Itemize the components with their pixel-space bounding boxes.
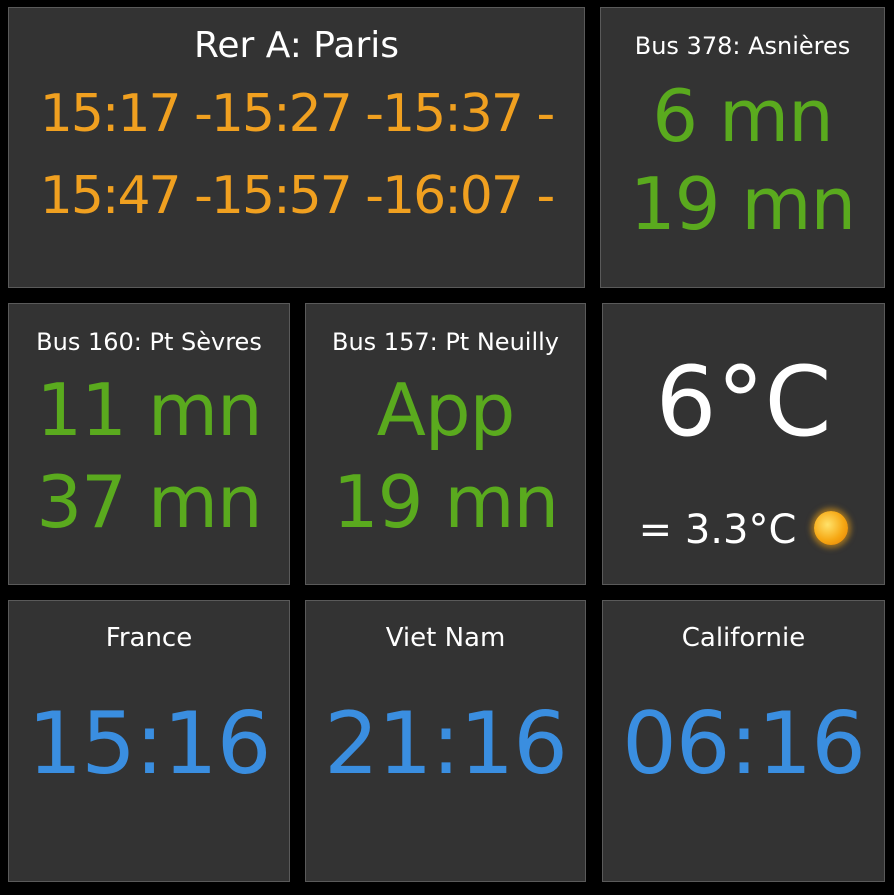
clock-vietnam-tile: Viet Nam 21:16 bbox=[305, 600, 586, 882]
feels-like-row: = 3.3°C bbox=[603, 510, 884, 550]
clock-vietnam-label: Viet Nam bbox=[385, 623, 506, 653]
clock-france-time: 15:16 bbox=[27, 694, 272, 794]
bus-157-next-2: 19 mn bbox=[332, 460, 559, 544]
clock-france-tile: France 15:16 bbox=[8, 600, 290, 882]
bus-378-next-2: 19 mn bbox=[629, 162, 856, 246]
sun-icon bbox=[814, 511, 849, 545]
clock-california-tile: Californie 06:16 bbox=[602, 600, 885, 882]
clock-france-label: France bbox=[105, 623, 193, 653]
bus-160-next-1: 11 mn bbox=[36, 368, 262, 452]
temperature-value: 6°C bbox=[655, 346, 832, 458]
bus-378-next-1: 6 mn bbox=[652, 74, 833, 158]
bus-160-title: Bus 160: Pt Sèvres bbox=[36, 328, 262, 356]
bus-157-next-1: App bbox=[376, 368, 516, 452]
rer-a-tile: Rer A: Paris 15:17 -15:27 -15:37 - 15:47… bbox=[8, 7, 585, 288]
feels-like-value: = 3.3°C bbox=[638, 507, 797, 553]
clock-vietnam-time: 21:16 bbox=[324, 694, 568, 794]
rer-a-times-row-2: 15:47 -15:57 -16:07 - bbox=[39, 166, 555, 226]
weather-tile: 6°C = 3.3°C bbox=[602, 303, 885, 585]
bus-378-tile: Bus 378: Asnières 6 mn 19 mn bbox=[600, 7, 885, 288]
bus-160-tile: Bus 160: Pt Sèvres 11 mn 37 mn bbox=[8, 303, 290, 585]
clock-california-time: 06:16 bbox=[622, 694, 866, 794]
bus-157-title: Bus 157: Pt Neuilly bbox=[332, 328, 559, 356]
rer-a-title: Rer A: Paris bbox=[193, 25, 400, 66]
bus-160-next-2: 37 mn bbox=[36, 460, 262, 544]
bus-157-tile: Bus 157: Pt Neuilly App 19 mn bbox=[305, 303, 586, 585]
bus-378-title: Bus 378: Asnières bbox=[634, 32, 851, 60]
rer-a-times-row-1: 15:17 -15:27 -15:37 - bbox=[39, 84, 555, 144]
clock-california-label: Californie bbox=[681, 623, 806, 653]
